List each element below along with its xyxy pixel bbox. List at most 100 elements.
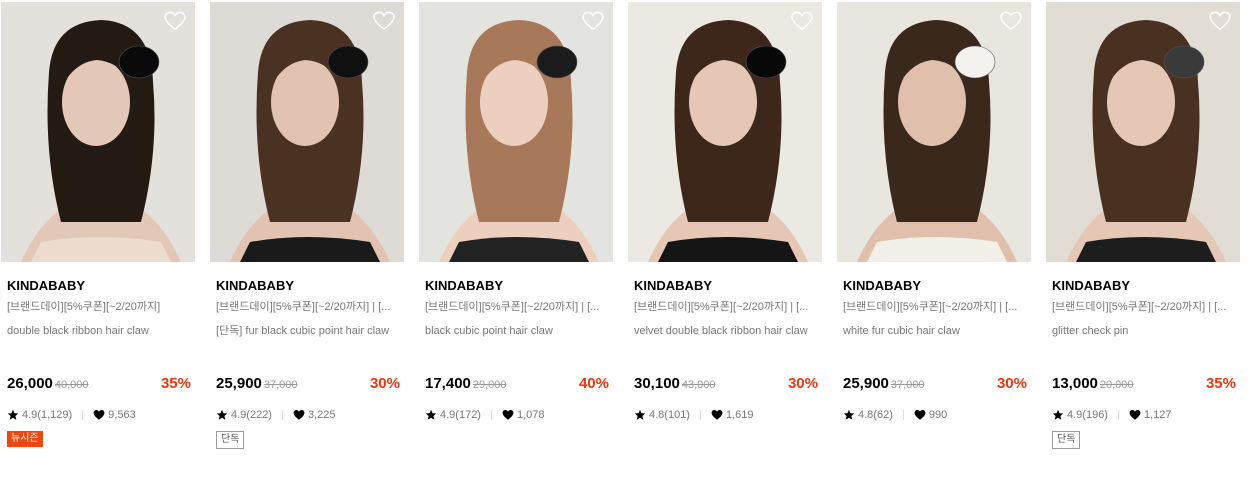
product-photo	[1046, 2, 1240, 262]
brand-name[interactable]: KINDABABY	[1, 278, 195, 294]
product-description[interactable]: double black ribbon hair claw	[1, 323, 187, 355]
star-icon	[1052, 409, 1064, 421]
heart-filled-icon	[93, 409, 105, 421]
discount-rate: 30%	[996, 375, 1027, 392]
photo-shape	[867, 237, 1007, 262]
divider	[699, 410, 701, 420]
product-card[interactable]: KINDABABY [브랜드데이][5%쿠폰][~2/20까지] | [... …	[837, 2, 1031, 449]
price-row: 26,000 40,000 35%	[1, 375, 195, 395]
original-price: 29,000	[472, 379, 507, 391]
product-photo	[837, 2, 1031, 262]
star-icon	[425, 409, 437, 421]
rating-text: 4.9(1,129)	[22, 409, 73, 421]
product-description[interactable]: black cubic point hair claw	[419, 323, 605, 355]
price-row: 17,400 29,000 40%	[419, 375, 613, 395]
photo-shape	[1163, 45, 1205, 79]
price-row: 25,900 37,000 30%	[210, 375, 404, 395]
heart-icon[interactable]	[791, 11, 813, 31]
product-grid: KINDABABY [브랜드데이][5%쿠폰][~2/20까지] double …	[0, 0, 1253, 449]
heart-icon[interactable]	[1209, 11, 1231, 31]
photo-shape	[1076, 237, 1216, 262]
brand-name[interactable]: KINDABABY	[1046, 278, 1240, 294]
rating-text: 4.9(172)	[440, 409, 481, 421]
price-row: 30,100 43,000 30%	[628, 375, 822, 395]
original-price: 37,000	[890, 379, 925, 391]
brand-name[interactable]: KINDABABY	[837, 278, 1031, 294]
rating-text: 4.8(101)	[649, 409, 690, 421]
discount-rate: 35%	[160, 375, 191, 392]
product-photo	[628, 2, 822, 262]
discount-rate: 30%	[787, 375, 818, 392]
product-image[interactable]	[210, 2, 404, 262]
product-image[interactable]	[628, 2, 822, 262]
review-row: 4.8(101) 1,619	[628, 407, 822, 423]
photo-shape	[327, 45, 369, 79]
new-season-badge: 뉴시즌	[7, 431, 43, 447]
product-card[interactable]: KINDABABY [브랜드데이][5%쿠폰][~2/20까지] | [... …	[419, 2, 613, 449]
product-image[interactable]	[1, 2, 195, 262]
rating-text: 4.9(222)	[231, 409, 272, 421]
original-price: 20,000	[1099, 379, 1134, 391]
photo-shape	[240, 237, 380, 262]
sale-price: 30,100	[634, 375, 680, 392]
heart-icon[interactable]	[582, 11, 604, 31]
heart-icon[interactable]	[373, 11, 395, 31]
product-photo	[419, 2, 613, 262]
photo-shape	[118, 45, 160, 79]
photo-shape	[536, 45, 578, 79]
product-image[interactable]	[837, 2, 1031, 262]
heart-icon[interactable]	[1000, 11, 1022, 31]
like-count: 9,563	[108, 409, 136, 421]
product-card[interactable]: KINDABABY [브랜드데이][5%쿠폰][~2/20까지] double …	[1, 2, 195, 449]
divider	[902, 410, 904, 420]
brand-name[interactable]: KINDABABY	[419, 278, 613, 294]
product-card[interactable]: KINDABABY [브랜드데이][5%쿠폰][~2/20까지] | [... …	[1046, 2, 1240, 449]
product-description[interactable]: [단독] fur black cubic point hair claw	[210, 323, 396, 355]
sale-price: 17,400	[425, 375, 471, 392]
product-image[interactable]	[419, 2, 613, 262]
product-card[interactable]: KINDABABY [브랜드데이][5%쿠폰][~2/20까지] | [... …	[210, 2, 404, 449]
star-icon	[216, 409, 228, 421]
product-description[interactable]: white fur cubic hair claw	[837, 323, 1023, 355]
like-count: 1,078	[516, 409, 545, 421]
product-title[interactable]: [브랜드데이][5%쿠폰][~2/20까지] | [...	[628, 300, 818, 314]
divider	[281, 410, 283, 420]
product-title[interactable]: [브랜드데이][5%쿠폰][~2/20까지]	[1, 300, 191, 314]
like-count: 1,127	[1143, 409, 1172, 421]
review-row: 4.9(172) 1,078	[419, 407, 613, 423]
divider	[1117, 410, 1119, 420]
product-description[interactable]: velvet double black ribbon hair claw	[628, 323, 814, 355]
photo-shape	[31, 237, 171, 262]
rating-text: 4.8(62)	[858, 409, 893, 421]
product-description[interactable]: glitter check pin	[1046, 323, 1232, 355]
heart-filled-icon	[711, 409, 723, 421]
divider	[82, 410, 84, 420]
discount-rate: 40%	[578, 375, 609, 392]
star-icon	[7, 409, 19, 421]
photo-shape	[745, 45, 787, 79]
heart-filled-icon	[914, 409, 926, 421]
product-image[interactable]	[1046, 2, 1240, 262]
brand-name[interactable]: KINDABABY	[210, 278, 404, 294]
sale-price: 25,900	[216, 375, 262, 392]
price-row: 25,900 37,000 30%	[837, 375, 1031, 395]
review-row: 4.9(1,129) 9,563	[1, 407, 195, 423]
product-title[interactable]: [브랜드데이][5%쿠폰][~2/20까지] | [...	[210, 300, 400, 314]
original-price: 40,000	[54, 379, 89, 391]
review-row: 4.9(222) 3,225	[210, 407, 404, 423]
product-photo	[1, 2, 195, 262]
review-row: 4.9(196) 1,127	[1046, 407, 1240, 423]
product-title[interactable]: [브랜드데이][5%쿠폰][~2/20까지] | [...	[1046, 300, 1236, 314]
product-title[interactable]: [브랜드데이][5%쿠폰][~2/20까지] | [...	[837, 300, 1027, 314]
like-count: 1,619	[725, 409, 754, 421]
product-card[interactable]: KINDABABY [브랜드데이][5%쿠폰][~2/20까지] | [... …	[628, 2, 822, 449]
product-title[interactable]: [브랜드데이][5%쿠폰][~2/20까지] | [...	[419, 300, 609, 314]
heart-filled-icon	[293, 409, 305, 421]
review-row: 4.8(62) 990	[837, 407, 1031, 423]
heart-icon[interactable]	[164, 11, 186, 31]
brand-name[interactable]: KINDABABY	[628, 278, 822, 294]
exclusive-badge: 단독	[216, 431, 245, 449]
sale-price: 13,000	[1052, 375, 1098, 392]
star-icon	[843, 409, 855, 421]
original-price: 43,000	[681, 379, 716, 391]
